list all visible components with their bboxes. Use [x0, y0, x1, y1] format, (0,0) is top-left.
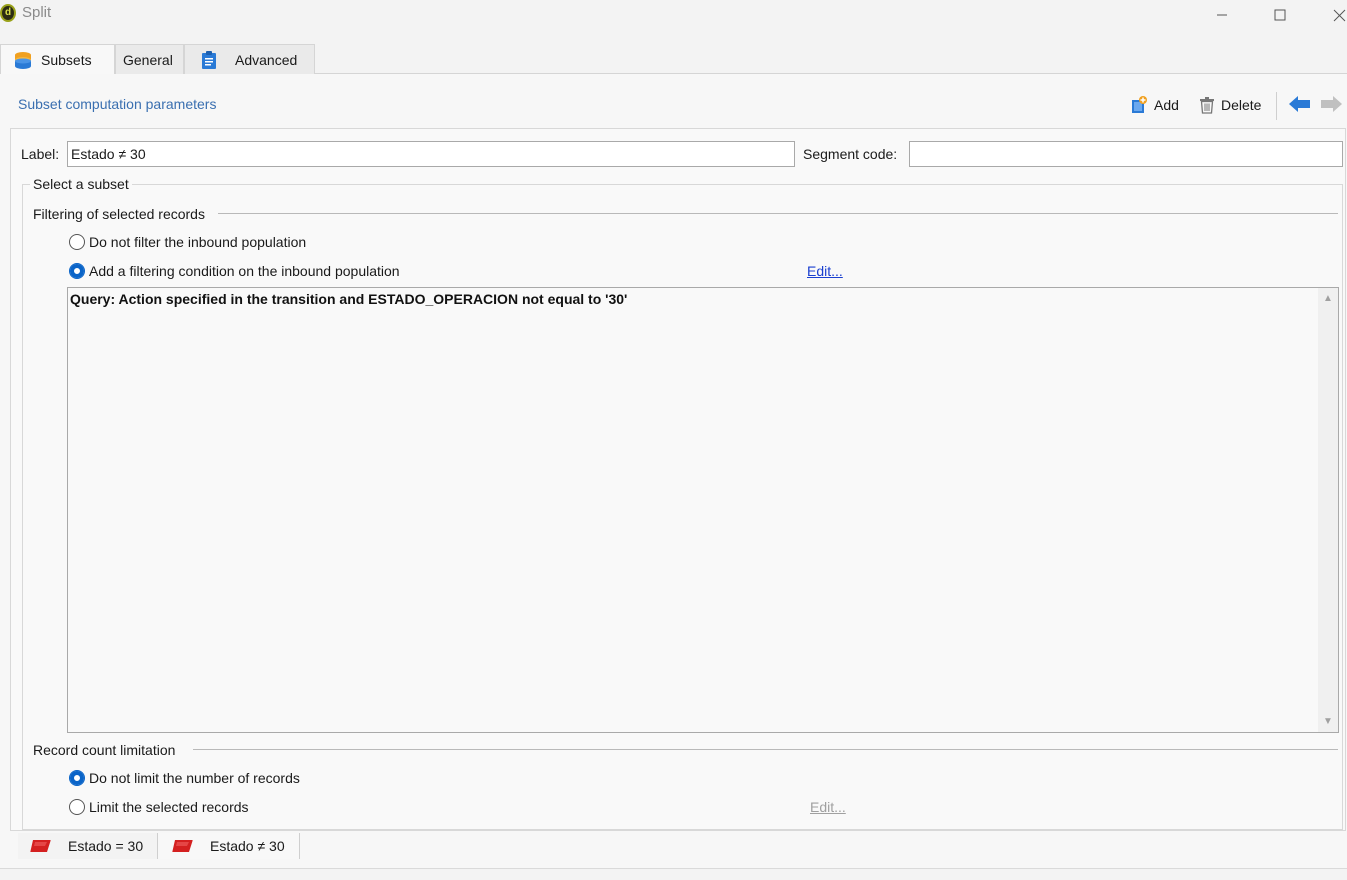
add-filter-radio[interactable]: [69, 263, 85, 279]
delete-button-label: Delete: [1221, 97, 1262, 113]
tab-general[interactable]: General: [115, 44, 184, 74]
limitation-separator: [193, 749, 1338, 750]
query-scrollbar[interactable]: [1318, 288, 1338, 732]
subset-tab-equal[interactable]: Estado = 30: [18, 833, 158, 859]
title-bar: [0, 0, 1347, 30]
limit-records-radio[interactable]: [69, 799, 85, 815]
no-limit-radio[interactable]: [69, 770, 85, 786]
next-button[interactable]: [1321, 95, 1342, 116]
previous-button[interactable]: [1289, 95, 1310, 116]
add-button-label: Add: [1154, 97, 1179, 113]
scroll-down-icon[interactable]: ▼: [1321, 716, 1335, 728]
trash-icon: [1200, 97, 1214, 114]
no-filter-radio[interactable]: [69, 234, 85, 250]
database-icon: [15, 52, 31, 69]
window-title: Split: [22, 4, 52, 21]
app-icon: d: [0, 4, 16, 22]
label-input[interactable]: [67, 141, 795, 167]
subset-tab-not-equal-label: Estado ≠ 30: [210, 838, 285, 854]
tab-general-label: General: [123, 51, 173, 68]
add-icon: [1132, 96, 1147, 113]
query-textarea[interactable]: [67, 287, 1339, 733]
tab-advanced[interactable]: Advanced: [184, 44, 315, 74]
maximize-icon: [1274, 9, 1286, 21]
close-button[interactable]: [1316, 0, 1347, 30]
minimize-icon: [1217, 14, 1227, 16]
subset-shape-icon: [172, 840, 193, 852]
toolbar-separator: [1276, 92, 1277, 120]
tab-subsets-label: Subsets: [41, 52, 92, 68]
tab-subsets[interactable]: Subsets: [0, 44, 115, 75]
section-title: Subset computation parameters: [18, 96, 217, 112]
limitation-heading: Record count limitation: [33, 742, 176, 758]
arrow-left-icon: [1289, 96, 1310, 112]
bottom-divider: [0, 868, 1347, 869]
arrow-right-icon: [1321, 96, 1342, 112]
query-text: Query: Action specified in the transitio…: [70, 291, 628, 307]
filtering-separator: [218, 213, 1338, 214]
no-limit-label[interactable]: Do not limit the number of records: [89, 770, 300, 786]
minimize-button[interactable]: [1199, 0, 1245, 30]
filtering-heading: Filtering of selected records: [33, 206, 205, 222]
tab-advanced-label: Advanced: [235, 51, 298, 68]
subset-tab-not-equal[interactable]: Estado ≠ 30: [160, 833, 300, 859]
select-subset-legend: Select a subset: [30, 176, 132, 192]
subset-shape-icon: [30, 840, 51, 852]
no-filter-label[interactable]: Do not filter the inbound population: [89, 234, 306, 250]
add-filter-label[interactable]: Add a filtering condition on the inbound…: [89, 263, 400, 279]
limit-records-label[interactable]: Limit the selected records: [89, 799, 249, 815]
segment-code-caption: Segment code:: [803, 146, 898, 162]
segment-code-input[interactable]: [909, 141, 1343, 167]
delete-button[interactable]: Delete: [1197, 94, 1261, 116]
close-icon: [1333, 9, 1345, 21]
add-button[interactable]: Add: [1129, 94, 1179, 116]
label-caption: Label:: [21, 146, 60, 162]
scroll-up-icon[interactable]: ▲: [1321, 293, 1335, 305]
maximize-button[interactable]: [1257, 0, 1303, 30]
subset-tab-equal-label: Estado = 30: [68, 838, 144, 854]
clipboard-icon: [202, 50, 216, 69]
filter-edit-link[interactable]: Edit...: [807, 263, 843, 279]
limit-edit-link: Edit...: [810, 799, 846, 815]
